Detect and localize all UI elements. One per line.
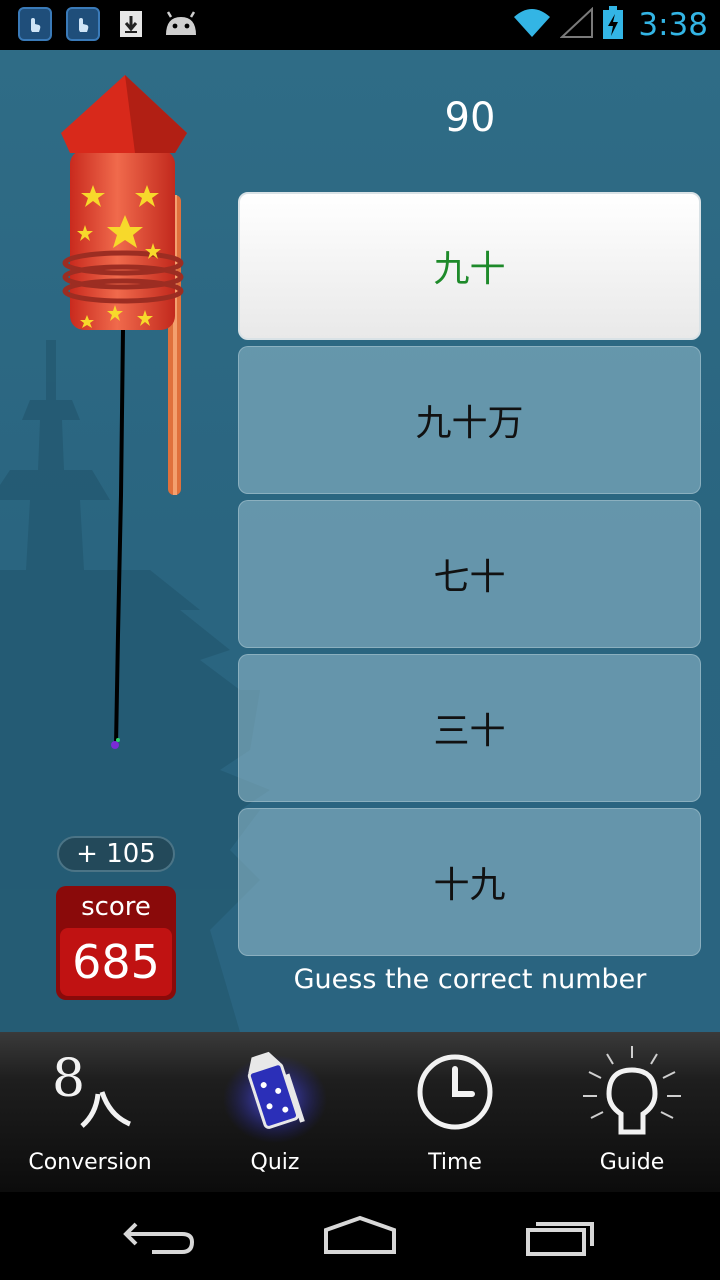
quiz-area: 90 九十 九十万 七十 三十 十九 Guess the correct num…	[0, 50, 720, 1032]
firework-rocket	[61, 75, 187, 749]
wifi-icon	[512, 7, 552, 43]
android-icon	[162, 7, 200, 41]
answer-option-4[interactable]: 三十	[238, 654, 701, 802]
back-button[interactable]	[100, 1202, 220, 1270]
back-icon	[123, 1222, 195, 1254]
bonus-points-badge: + 105	[57, 836, 175, 872]
question-number: 90	[444, 95, 496, 141]
conversion-icon: 8	[52, 1049, 132, 1128]
clock-icon	[417, 1054, 493, 1130]
battery-charging-icon	[602, 6, 624, 44]
tab-label: Time	[428, 1150, 482, 1175]
system-navigation-bar	[0, 1192, 720, 1280]
bottom-tab-bar: 8 Conversion Quiz Time Guide	[0, 1032, 720, 1192]
svg-text:8: 8	[52, 1049, 85, 1109]
recent-apps-button[interactable]	[502, 1202, 622, 1270]
tab-label: Conversion	[28, 1150, 152, 1175]
clock-time: 3:38	[638, 7, 708, 43]
app-screen: 3:38 90 九十 九十万 七十 三十 十九 Guess the correc…	[0, 0, 720, 1280]
answer-option-2[interactable]: 九十万	[238, 346, 701, 494]
tab-conversion[interactable]: 8 Conversion	[0, 1032, 180, 1192]
tab-guide[interactable]: Guide	[542, 1032, 720, 1192]
answer-option-5[interactable]: 十九	[238, 808, 701, 956]
touch-app-icon	[18, 7, 52, 41]
score-value: 685	[60, 928, 172, 996]
score-label: score	[81, 892, 151, 922]
status-bar: 3:38	[0, 0, 720, 50]
download-icon	[114, 7, 148, 41]
tab-label: Guide	[599, 1150, 665, 1175]
answer-option-3[interactable]: 七十	[238, 500, 701, 648]
answer-option-1[interactable]: 九十	[238, 192, 701, 340]
home-button[interactable]	[300, 1202, 420, 1270]
home-icon	[324, 1215, 396, 1254]
tab-quiz[interactable]: Quiz	[185, 1032, 365, 1192]
lightbulb-icon	[583, 1046, 681, 1135]
recent-apps-icon	[526, 1222, 594, 1256]
firework-rocket-icon	[223, 1051, 327, 1143]
touch-app-icon	[66, 7, 100, 41]
signal-icon	[559, 6, 594, 43]
score-panel: score 685	[56, 886, 176, 1000]
tab-time[interactable]: Time	[365, 1032, 545, 1192]
tab-label: Quiz	[250, 1150, 300, 1175]
instruction-text: Guess the correct number	[293, 964, 647, 995]
